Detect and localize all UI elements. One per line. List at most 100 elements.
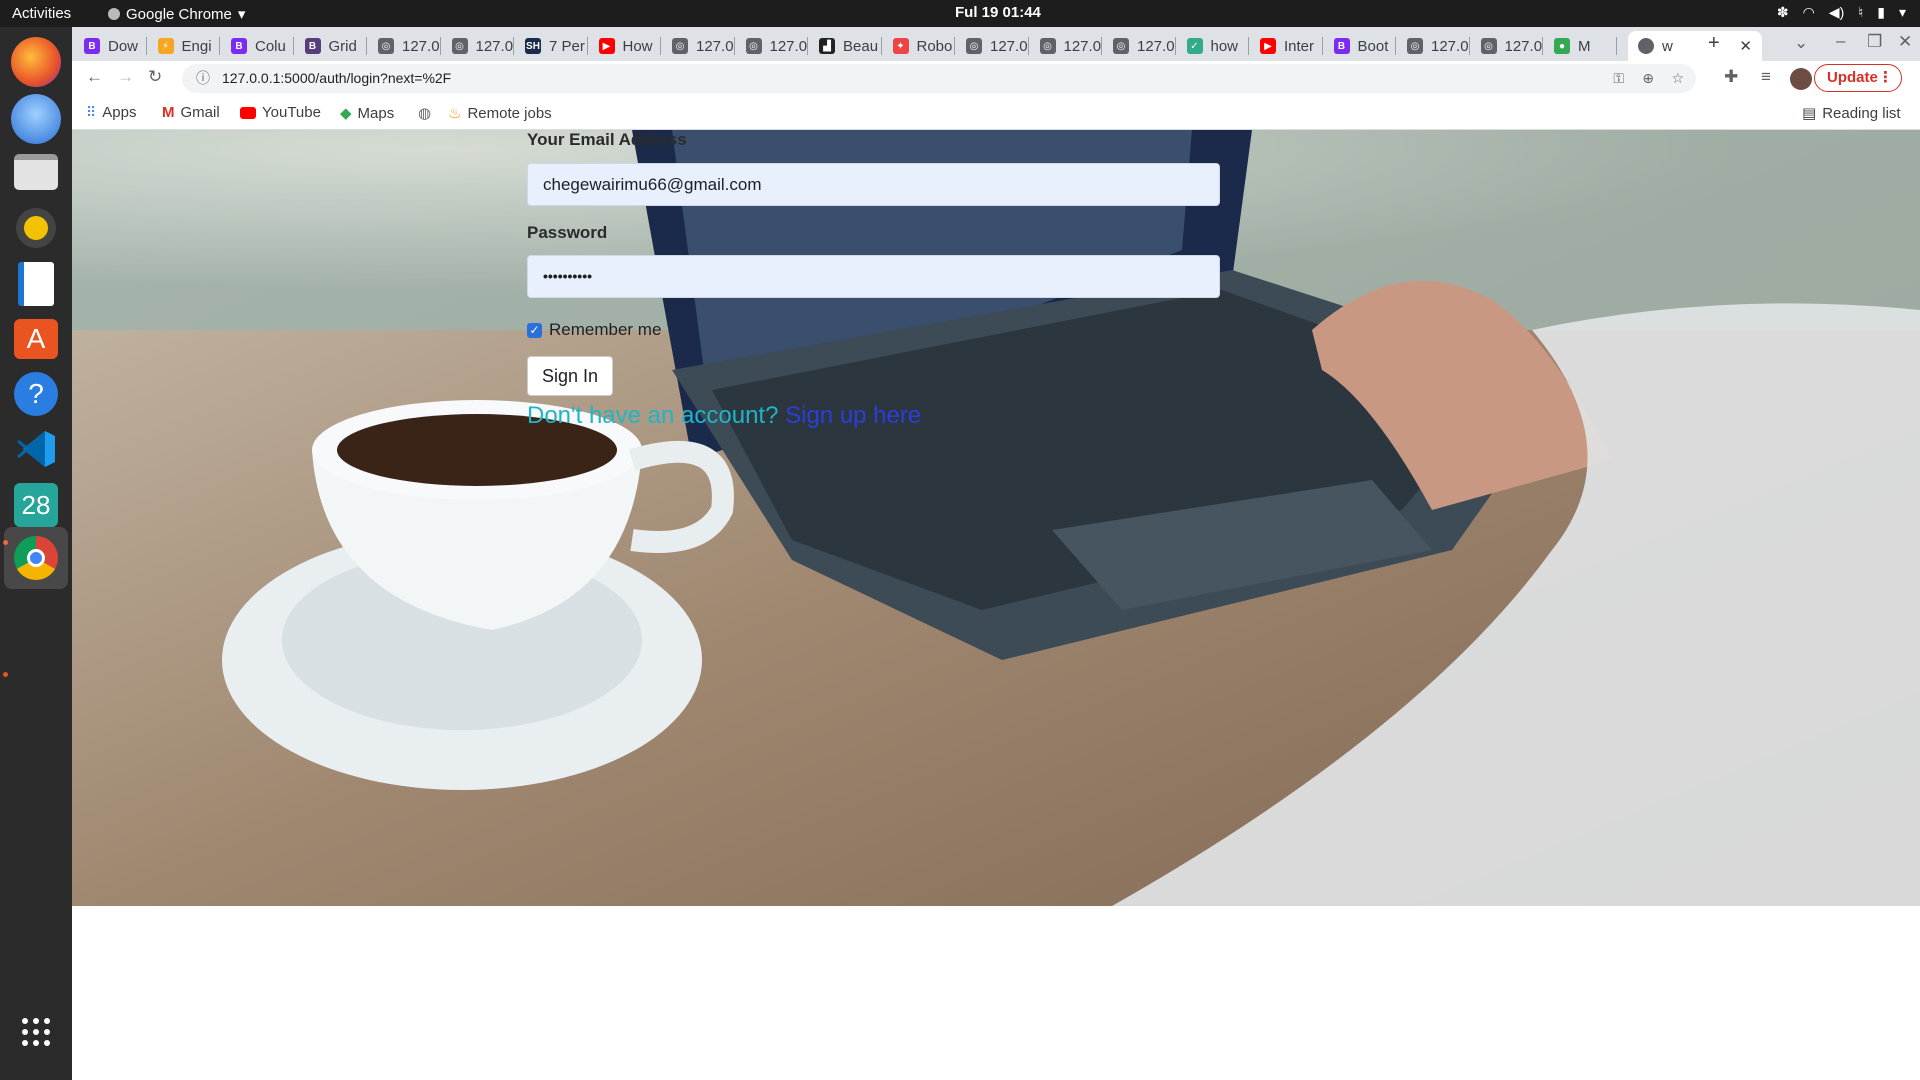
files-icon[interactable] (11, 147, 61, 197)
tab-search-icon[interactable]: ⌄ (1794, 33, 1808, 53)
calendar-day: 28 (14, 483, 58, 527)
browser-tab[interactable]: ◎ 127.0 (1030, 31, 1102, 61)
password-field[interactable]: •••••••••• (527, 255, 1220, 298)
browser-tab[interactable]: ⚡ Engi (148, 31, 220, 61)
microphone-icon[interactable]: ♮ (1858, 4, 1863, 21)
browser-tab[interactable]: B Boot (1324, 31, 1396, 61)
extensions-icon[interactable]: ✚ (1724, 67, 1738, 87)
tab-separator (733, 37, 735, 55)
vscode-icon[interactable] (11, 424, 61, 474)
tab-active[interactable]: w ✕ (1628, 31, 1762, 61)
bookmark-youtube[interactable]: YouTube (240, 104, 321, 121)
tab-label: Inter (1284, 37, 1315, 55)
browser-tab[interactable]: ◎ 127.0 (956, 31, 1028, 61)
tab-separator (1542, 37, 1543, 55)
app-menu[interactable]: Google Chrome ▾ (108, 5, 245, 23)
close-tab-icon[interactable]: ✕ (1739, 37, 1752, 55)
chrome-small-icon (108, 8, 120, 20)
volume-icon[interactable]: ◀) (1829, 4, 1844, 21)
tab-label: 127.0 (1504, 37, 1543, 55)
tab-separator (292, 37, 294, 55)
tab-separator (1101, 37, 1102, 55)
tab-favicon-icon: ⚡ (157, 38, 174, 54)
bookmark-globe[interactable]: ◍ (418, 104, 431, 122)
clock[interactable]: Ful 19 01:44 (955, 4, 1041, 21)
system-tray[interactable]: ✽ ◠ ◀) ♮ ▮ ▾ (1777, 4, 1906, 21)
browser-tab[interactable]: ◎ 127.0 (736, 31, 807, 61)
reading-list-button[interactable]: ▤ Reading list (1802, 104, 1901, 123)
calendar-icon[interactable]: 28 (11, 480, 61, 530)
tab-separator (219, 37, 220, 55)
close-window-icon[interactable]: ✕ (1898, 32, 1912, 52)
email-field[interactable]: chegewairimu66@gmail.com (527, 163, 1220, 206)
firefox-icon[interactable] (11, 37, 61, 87)
tab-separator (1248, 37, 1249, 55)
back-icon[interactable]: ← (86, 67, 103, 87)
reload-icon[interactable]: ↻ (148, 67, 162, 87)
new-tab-icon[interactable]: + (1708, 32, 1720, 55)
activities-button[interactable]: Activities (12, 5, 71, 22)
media-control-icon[interactable]: ≡ (1761, 67, 1771, 87)
tab-label: how (1210, 37, 1239, 55)
sign-in-button[interactable]: Sign In (527, 356, 613, 396)
browser-tab[interactable]: ▟ Beau (809, 31, 881, 61)
address-bar[interactable]: ⓘ 127.0.0.1:5000/auth/login?next=%2F ⚿ ⊕… (182, 64, 1696, 93)
browser-tab[interactable]: ✦ Robo (883, 31, 955, 61)
browser-tab[interactable]: ◎ 127.0 (368, 31, 440, 61)
browser-tab[interactable]: ◎ 127.0 (1103, 31, 1175, 61)
apps-grid-icon[interactable] (11, 1007, 61, 1057)
key-icon[interactable]: ⚿ (1613, 64, 1624, 93)
thunderbird-icon[interactable] (11, 94, 61, 144)
bookmark-star-icon[interactable]: ☆ (1671, 64, 1684, 93)
remember-checkbox[interactable]: ✓ (527, 322, 542, 338)
browser-tab[interactable]: ● M (1544, 31, 1616, 61)
browser-tab[interactable]: ◎ 127.0 (442, 31, 513, 61)
browser-tab[interactable]: ✓ how (1177, 31, 1249, 61)
signup-link[interactable]: Sign up here (785, 402, 921, 429)
tab-label: M (1578, 37, 1591, 55)
tab-favicon-icon: ◎ (1039, 38, 1056, 54)
software-icon[interactable]: A (11, 314, 61, 364)
site-info-icon[interactable]: ⓘ (196, 64, 210, 93)
browser-tab[interactable]: ▶ How (589, 31, 661, 61)
settings-icon[interactable]: ✽ (1777, 4, 1789, 21)
battery-icon[interactable]: ▮ (1877, 4, 1885, 21)
tab-favicon-icon: ◎ (1407, 38, 1423, 54)
forward-icon[interactable]: → (117, 67, 134, 87)
browser-tab[interactable]: ◎ 127.0 (662, 31, 734, 61)
rhythmbox-icon[interactable] (11, 203, 61, 253)
browser-tab[interactable]: ◎ 127.0 (1397, 31, 1469, 61)
bookmark-remote-jobs[interactable]: ♨ Remote jobs (448, 104, 552, 123)
help-icon[interactable]: ? (11, 369, 61, 419)
tab-label: 127.0 (696, 37, 734, 55)
tab-label: 127.0 (1063, 37, 1102, 55)
tab-favicon-icon: ◎ (1113, 38, 1129, 54)
browser-tab[interactable]: B Dow (74, 31, 146, 61)
tab-separator (1395, 37, 1396, 55)
tab-separator (1468, 37, 1470, 55)
tab-label: Boot (1357, 37, 1389, 55)
tab-separator (1174, 37, 1176, 55)
restore-icon[interactable]: ❐ (1867, 32, 1882, 52)
zoom-icon[interactable]: ⊕ (1642, 64, 1654, 93)
wifi-icon[interactable]: ◠ (1803, 4, 1815, 21)
minimize-icon[interactable]: – (1836, 31, 1845, 51)
bookmark-maps[interactable]: ◆ Maps (340, 104, 394, 123)
tab-separator (1321, 37, 1323, 55)
power-menu-icon[interactable]: ▾ (1899, 4, 1906, 21)
writer-icon[interactable] (11, 259, 61, 309)
bookmark-apps[interactable]: ⠿ Apps (86, 104, 136, 121)
bookmark-gmail[interactable]: M Gmail (162, 104, 220, 121)
gmail-icon: M (162, 104, 175, 121)
browser-tab[interactable]: B Colu (221, 31, 293, 61)
browser-tab[interactable]: ▶ Inter (1250, 31, 1322, 61)
chrome-icon[interactable] (11, 533, 61, 583)
bookmark-label: Apps (102, 104, 137, 121)
update-button[interactable]: Update ⋮ (1814, 64, 1902, 92)
browser-tab[interactable]: B Grid (295, 31, 367, 61)
browser-tab[interactable]: SH 7 Per (515, 31, 587, 61)
tab-separator (660, 37, 661, 55)
profile-avatar[interactable] (1790, 68, 1812, 90)
tab-favicon-icon: ◎ (451, 38, 468, 54)
browser-tab[interactable]: ◎ 127.0 (1471, 31, 1543, 61)
